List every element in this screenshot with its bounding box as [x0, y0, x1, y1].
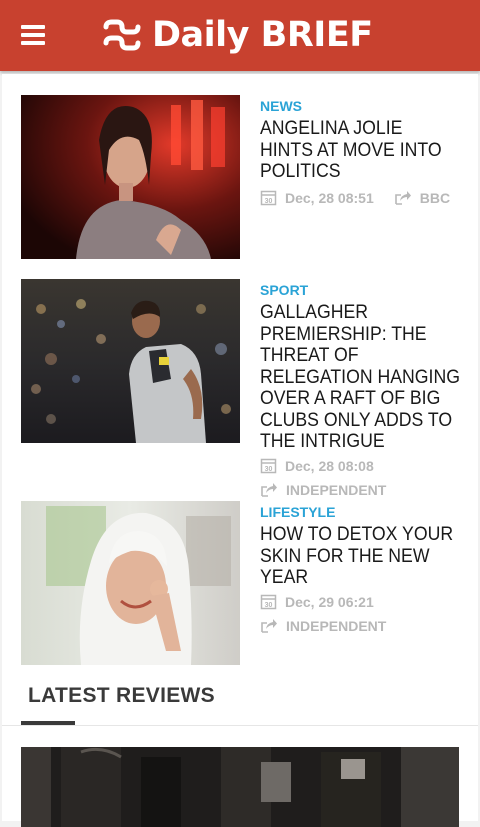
article-date: Dec, 29 06:21 — [285, 593, 374, 610]
article-source-row: INDEPENDENT — [260, 478, 465, 502]
source-icon — [261, 619, 277, 633]
article-text: LIFESTYLE HOW TO DETOX YOUR SKIN FOR THE… — [260, 501, 465, 638]
article-card[interactable]: LIFESTYLE HOW TO DETOX YOUR SKIN FOR THE… — [21, 501, 461, 671]
article-source[interactable]: INDEPENDENT — [286, 482, 386, 498]
article-category[interactable]: NEWS — [260, 98, 465, 114]
article-date-row: 30 Dec, 29 06:21 — [260, 590, 465, 614]
calendar-icon: 30 — [260, 190, 277, 206]
article-source-row: INDEPENDENT — [260, 614, 465, 638]
svg-text:30: 30 — [265, 198, 273, 205]
article-meta: 30 Dec, 28 08:51 BBC — [260, 186, 465, 210]
divider — [2, 725, 478, 726]
svg-text:30: 30 — [265, 466, 273, 473]
article-category[interactable]: LIFESTYLE — [260, 504, 465, 520]
article-date: Dec, 28 08:08 — [285, 457, 374, 474]
article-headline[interactable]: HOW TO DETOX YOUR SKIN FOR THE NEW YEAR — [260, 524, 460, 589]
article-card[interactable]: SPORT GALLAGHER PREMIERSHIP: THE THREAT … — [21, 279, 461, 498]
article-card[interactable]: NEWS ANGELINA JOLIE HINTS AT MOVE INTO P… — [21, 95, 461, 265]
review-image[interactable] — [21, 747, 459, 827]
article-image[interactable] — [21, 501, 240, 665]
calendar-icon: 30 — [260, 594, 277, 610]
news-feed: NEWS ANGELINA JOLIE HINTS AT MOVE INTO P… — [2, 74, 478, 827]
calendar-icon: 30 — [260, 458, 277, 474]
logo-text: Daily BRIEF — [152, 15, 373, 55]
article-source[interactable]: BBC — [420, 190, 450, 206]
app-header: Daily BRIEF — [0, 0, 480, 71]
source-icon — [394, 191, 411, 205]
article-date: Dec, 28 08:51 — [285, 189, 374, 206]
logo[interactable]: Daily BRIEF — [102, 12, 373, 58]
article-source[interactable]: INDEPENDENT — [286, 618, 386, 634]
article-headline[interactable]: ANGELINA JOLIE HINTS AT MOVE INTO POLITI… — [260, 118, 460, 183]
article-category[interactable]: SPORT — [260, 282, 465, 298]
article-text: NEWS ANGELINA JOLIE HINTS AT MOVE INTO P… — [260, 95, 465, 210]
source-icon — [261, 483, 277, 497]
svg-text:30: 30 — [265, 602, 273, 609]
section-title: LATEST REVIEWS — [28, 684, 215, 707]
article-date-row: 30 Dec, 28 08:08 — [260, 454, 465, 478]
article-image[interactable] — [21, 95, 240, 259]
article-image[interactable] — [21, 279, 240, 443]
article-text: SPORT GALLAGHER PREMIERSHIP: THE THREAT … — [260, 279, 465, 502]
hamburger-menu-icon[interactable] — [21, 23, 46, 47]
logo-icon — [103, 19, 141, 51]
article-headline[interactable]: GALLAGHER PREMIERSHIP: THE THREAT OF REL… — [260, 302, 460, 453]
